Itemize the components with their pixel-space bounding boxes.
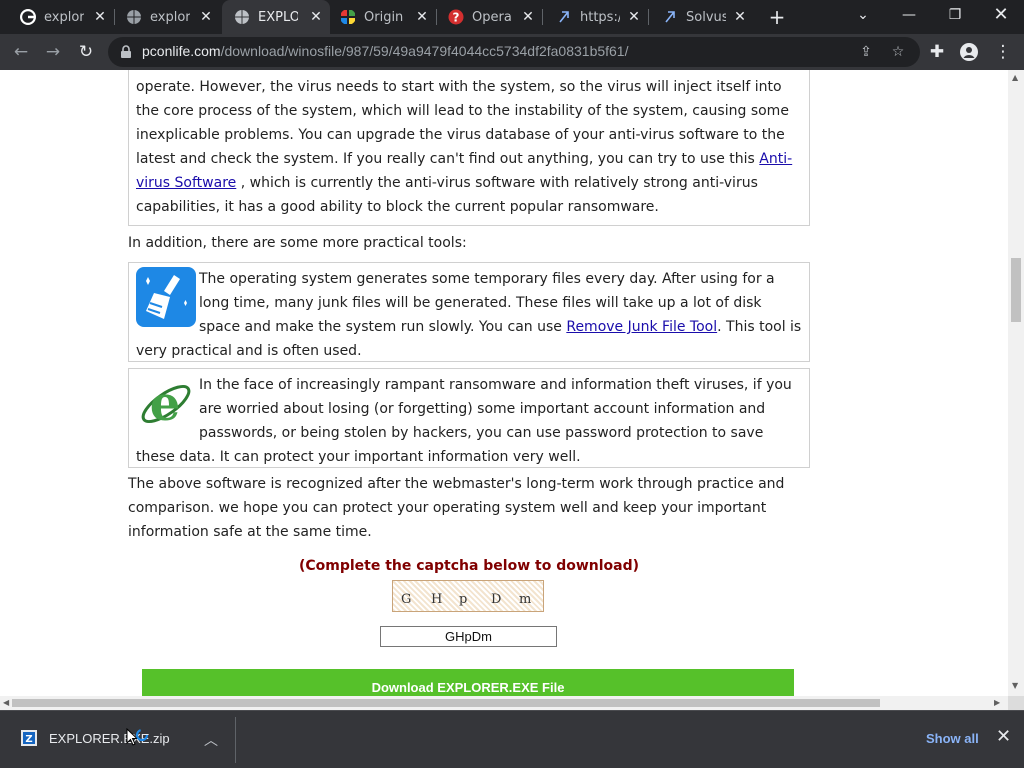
globe-icon [127,10,141,24]
reload-icon[interactable]: ↻ [73,39,99,65]
tab-title: explorer [44,9,84,25]
tab-3-active[interactable]: EXPLOR ✕ [222,0,330,34]
share-icon[interactable]: ⇪ [856,42,876,62]
url-host: pconlife.com [142,43,221,59]
tab-4[interactable]: Original ✕ [330,0,437,34]
captcha-char: G [401,592,414,607]
url-text: pconlife.com/download/winosfile/987/59/4… [142,43,629,59]
tab-title: explorer [150,9,190,25]
show-all-downloads-link[interactable]: Show all [926,731,979,746]
download-shelf: Z EXPLORER.EXE.zip ︿ Show all ✕ [0,710,1024,768]
globe-icon [235,10,249,24]
broom-cleaner-icon [136,267,196,327]
junk-file-tool-text: The operating system generates some temp… [136,271,802,359]
menu-kebab-icon[interactable]: ⋮ [990,39,1016,65]
captcha-char: m [519,592,534,607]
close-icon[interactable]: ✕ [996,727,1011,747]
tab-title: EXPLOR [258,9,298,25]
minimize-button[interactable]: — [886,0,932,30]
url-path: /download/winosfile/987/59/49a9479f4044c… [220,43,629,59]
download-item[interactable]: Z EXPLORER.EXE.zip ︿ [0,717,236,763]
close-icon[interactable]: ✕ [520,9,536,25]
question-icon: ? [448,9,464,25]
close-window-button[interactable]: ✕ [978,0,1024,30]
tab-5[interactable]: ? Operati ✕ [436,0,543,34]
address-bar[interactable]: pconlife.com/download/winosfile/987/59/4… [108,37,920,67]
scroll-up-arrow-icon[interactable]: ▲ [1012,74,1018,82]
password-protection-text: In the face of increasingly rampant rans… [136,377,792,465]
summary-text: The above software is recognized after t… [128,476,785,540]
restore-button[interactable]: ❐ [932,0,978,30]
tab-strip: explorer ✕ explorer ✕ EXPLOR ✕ Original … [0,0,1024,34]
close-icon[interactable]: ✕ [308,9,324,25]
close-icon[interactable]: ✕ [198,9,214,25]
password-protection-box: e In the face of increasingly rampant ra… [128,368,810,468]
vertical-scrollbar[interactable]: ▲ ▼ [1008,70,1024,696]
tab-7[interactable]: Solvuso ✕ [648,0,754,34]
close-icon[interactable]: ✕ [732,9,748,25]
internet-explorer-e-icon: e [141,376,191,432]
addition-text: In addition, there are some more practic… [128,235,467,251]
new-tab-button[interactable]: + [765,6,789,30]
scrollbar-corner [1008,696,1024,710]
zip-archive-icon: Z [21,730,37,746]
tab-search-icon[interactable]: ⌄ [840,0,886,30]
back-icon[interactable]: ← [8,39,34,65]
horizontal-scrollbar[interactable]: ◀ ▶ [0,696,1008,710]
link-icon [559,11,569,23]
tab-6[interactable]: https:// ✕ [542,0,649,34]
scroll-left-arrow-icon[interactable]: ◀ [3,699,9,707]
link-icon [665,11,675,23]
scroll-down-arrow-icon[interactable]: ▼ [1012,682,1018,690]
svg-text:?: ? [453,11,460,25]
forward-icon[interactable]: → [40,39,66,65]
tab-1[interactable]: explorer ✕ [8,0,115,34]
tab-title: Operati [472,9,512,25]
download-file-button[interactable]: Download EXPLORER.EXE File [142,669,794,696]
lock-icon [121,45,131,58]
tab-2[interactable]: explorer ✕ [114,0,220,34]
page-viewport: operate. However, the virus needs to sta… [0,70,1008,696]
close-icon[interactable]: ✕ [92,9,108,25]
captcha-char: D [491,592,504,607]
scroll-right-arrow-icon[interactable]: ▶ [994,699,1000,707]
captcha-char: p [459,592,470,607]
chevron-up-icon[interactable]: ︿ [204,730,218,750]
bookmark-star-icon[interactable]: ☆ [888,42,908,62]
horizontal-scroll-thumb[interactable] [12,699,880,707]
antivirus-tip-text: operate. However, the virus needs to sta… [136,79,793,215]
profile-avatar-icon[interactable] [956,39,982,65]
captcha-input[interactable]: GHpDm [380,626,557,647]
extensions-puzzle-icon[interactable]: ✚ [924,39,950,65]
svg-text:e: e [150,376,181,432]
tab-title: https:// [580,9,620,25]
browser-toolbar: ← → ↻ pconlife.com/download/winosfile/98… [0,34,1024,70]
google-icon [20,9,36,25]
tab-title: Solvuso [686,9,726,25]
captcha-image: G H p D m [392,580,544,612]
tab-title: Original [364,9,404,25]
captcha-char: H [431,592,445,607]
junk-file-tool-box: The operating system generates some temp… [128,262,810,362]
mouse-busy-cursor-icon [126,728,149,746]
svg-text:Z: Z [25,734,32,745]
close-icon[interactable]: ✕ [414,9,430,25]
colorful-grid-icon [341,10,355,24]
close-icon[interactable]: ✕ [626,9,642,25]
vertical-scroll-thumb[interactable] [1011,258,1021,322]
remove-junk-file-tool-link[interactable]: Remove Junk File Tool [566,319,717,335]
antivirus-tip-box: operate. However, the virus needs to sta… [128,70,810,226]
captcha-prompt: (Complete the captcha below to download) [298,558,640,574]
